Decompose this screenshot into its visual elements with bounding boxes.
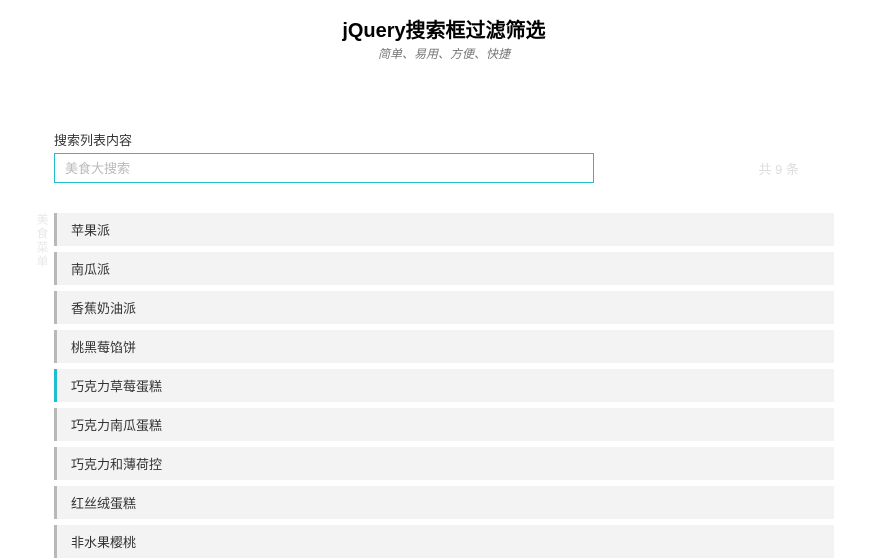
list-item[interactable]: 非水果樱桃 <box>54 525 834 558</box>
search-row: 共 9 条 <box>54 153 834 183</box>
list-item[interactable]: 桃黑莓馅饼 <box>54 330 834 363</box>
list-item[interactable]: 苹果派 <box>54 213 834 246</box>
list-item[interactable]: 巧克力和薄荷控 <box>54 447 834 480</box>
list-item[interactable]: 红丝绒蛋糕 <box>54 486 834 519</box>
search-input[interactable] <box>54 153 594 183</box>
list-item[interactable]: 巧克力南瓜蛋糕 <box>54 408 834 441</box>
list-item[interactable]: 香蕉奶油派 <box>54 291 834 324</box>
list-item[interactable]: 巧克力草莓蛋糕 <box>54 369 834 402</box>
list-item[interactable]: 南瓜派 <box>54 252 834 285</box>
food-list: 苹果派南瓜派香蕉奶油派桃黑莓馅饼巧克力草莓蛋糕巧克力南瓜蛋糕巧克力和薄荷控红丝绒… <box>54 213 834 558</box>
page-title: jQuery搜索框过滤筛选 <box>0 14 888 43</box>
main-container: 搜索列表内容 共 9 条 美食菜单 苹果派南瓜派香蕉奶油派桃黑莓馅饼巧克力草莓蛋… <box>54 72 834 558</box>
search-label: 搜索列表内容 <box>54 130 834 149</box>
list-wrapper: 美食菜单 苹果派南瓜派香蕉奶油派桃黑莓馅饼巧克力草莓蛋糕巧克力南瓜蛋糕巧克力和薄… <box>54 213 834 558</box>
page-subtitle: 简单、易用、方便、快捷 <box>0 45 888 62</box>
page-header: jQuery搜索框过滤筛选 简单、易用、方便、快捷 <box>0 0 888 72</box>
side-label: 美食菜单 <box>36 213 48 269</box>
result-count: 共 9 条 <box>759 159 834 178</box>
